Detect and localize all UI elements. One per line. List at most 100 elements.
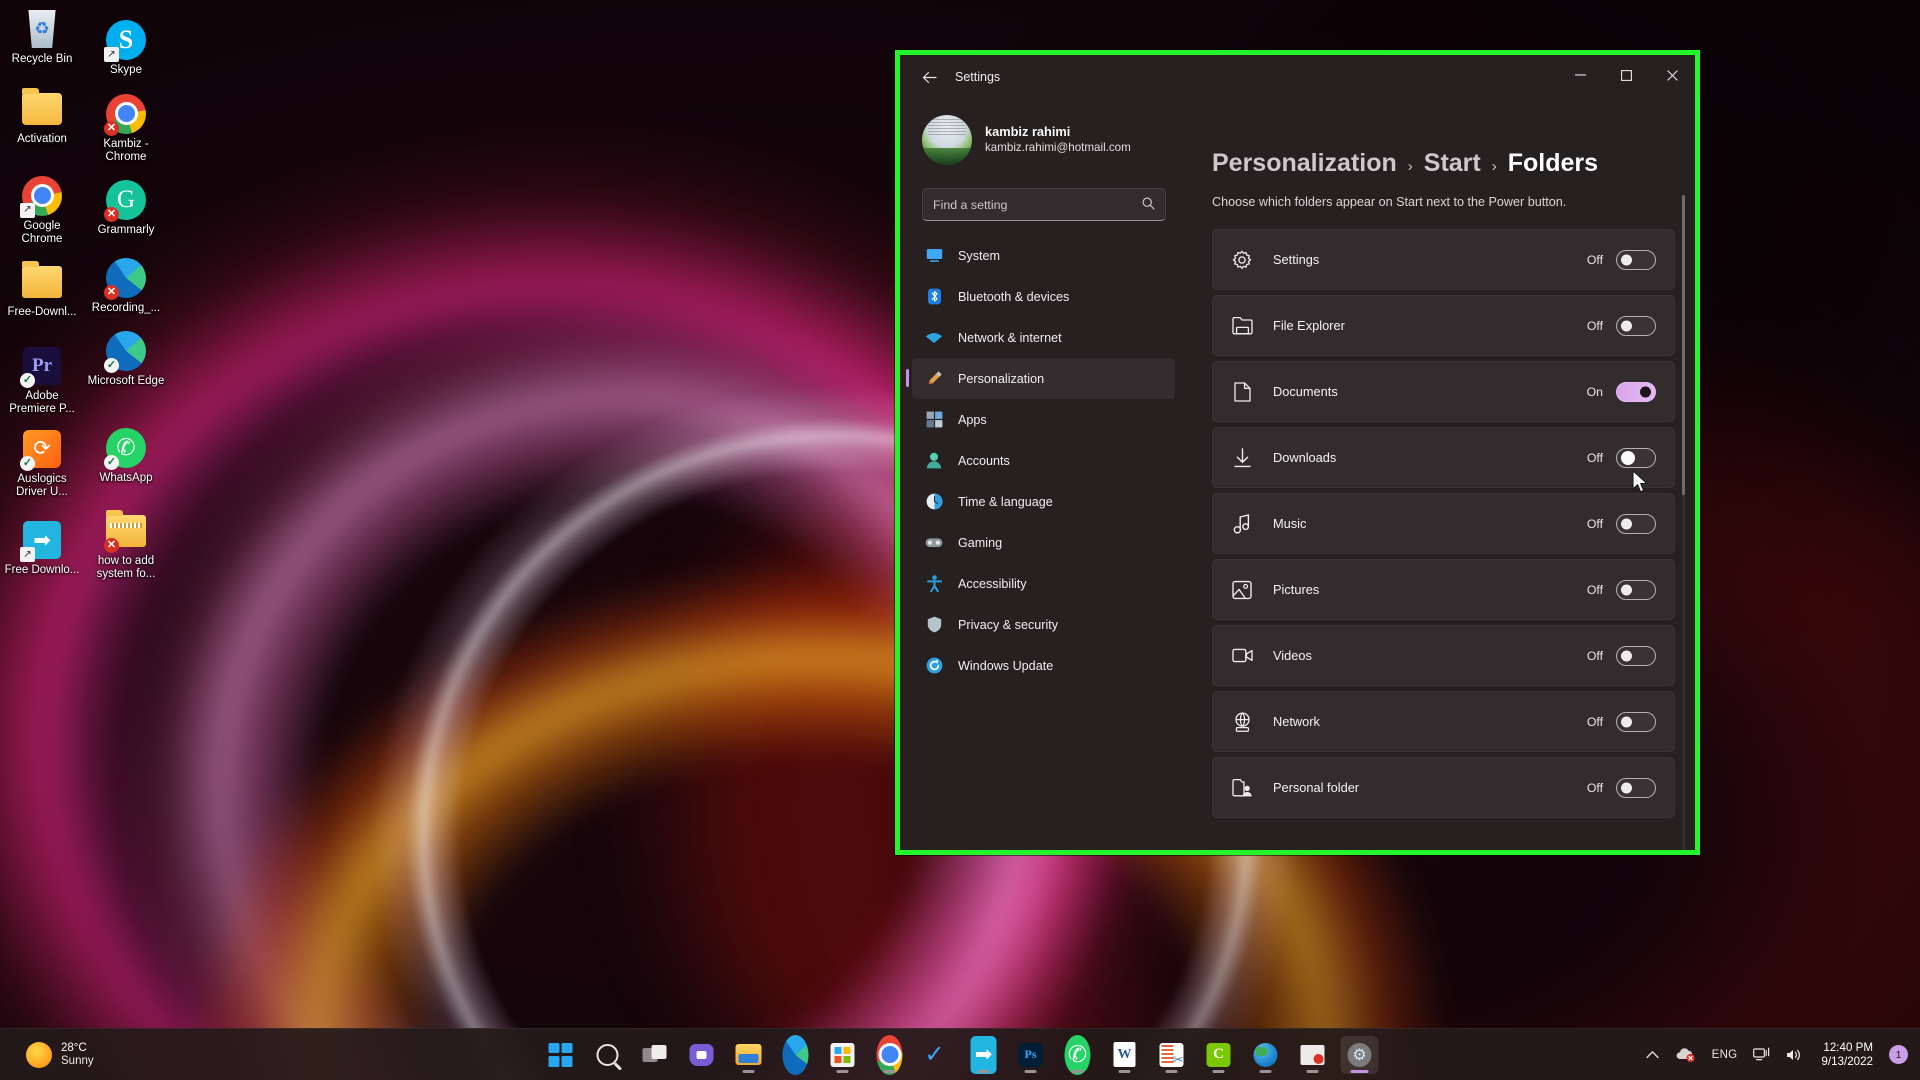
- desktop-icon[interactable]: ✕ Recording_...: [84, 253, 168, 318]
- sidebar-item-label: Windows Update: [958, 658, 1054, 673]
- content-scrollbar[interactable]: [1682, 195, 1685, 850]
- free-download-manager-button[interactable]: ➡: [965, 1035, 1003, 1074]
- sidebar-item-personalization[interactable]: Personalization: [906, 358, 1175, 399]
- folder-row[interactable]: Documents On: [1212, 361, 1675, 422]
- language-indicator[interactable]: ENG: [1706, 1044, 1744, 1066]
- network-icon[interactable]: [1747, 1042, 1776, 1067]
- account-card[interactable]: kambiz rahimi kambiz.rahimi@hotmail.com: [922, 111, 1187, 169]
- folder-toggle-switch[interactable]: [1616, 249, 1656, 270]
- volume-icon[interactable]: [1780, 1043, 1809, 1067]
- sidebar-item-apps[interactable]: Apps: [912, 399, 1175, 440]
- folder-row[interactable]: Music Off: [1212, 493, 1675, 554]
- todo-button[interactable]: ✓: [918, 1036, 956, 1074]
- folder-row[interactable]: Pictures Off: [1212, 559, 1675, 620]
- clock[interactable]: 12:40 PM 9/13/2022: [1813, 1037, 1881, 1073]
- sidebar-item-bluetooth-devices[interactable]: Bluetooth & devices: [912, 276, 1175, 317]
- screen-recorder-button[interactable]: [1294, 1036, 1332, 1074]
- sidebar-item-accessibility[interactable]: Accessibility: [912, 563, 1175, 604]
- file-explorer-icon: [1231, 315, 1253, 337]
- folder-toggle-switch[interactable]: [1616, 315, 1656, 336]
- sidebar-item-label: Bluetooth & devices: [958, 289, 1070, 304]
- folder-label: Documents: [1273, 384, 1338, 399]
- scrollbar-thumb[interactable]: [1682, 195, 1685, 495]
- folder-toggle-switch[interactable]: [1616, 645, 1656, 666]
- breadcrumb-item-start[interactable]: Start: [1424, 149, 1481, 178]
- breadcrumb-item-folders: Folders: [1507, 149, 1599, 177]
- sidebar-item-privacy-security[interactable]: Privacy & security: [912, 604, 1175, 645]
- desktop-icon[interactable]: ➡ ↗ Free Downlo...: [0, 515, 84, 580]
- search-box[interactable]: [922, 188, 1166, 221]
- snipping-tool-button[interactable]: [1153, 1036, 1191, 1074]
- sidebar-item-windows-update[interactable]: Windows Update: [912, 645, 1175, 686]
- task-view-button[interactable]: [636, 1036, 674, 1074]
- start-button[interactable]: [542, 1036, 580, 1074]
- camtasia-button[interactable]: C: [1200, 1036, 1238, 1074]
- word-button[interactable]: W: [1106, 1036, 1144, 1074]
- search-input[interactable]: [933, 197, 1136, 212]
- desktop-icon[interactable]: ✕ how to add system fo...: [84, 506, 168, 584]
- accessibility-icon: [924, 574, 944, 594]
- folder-row[interactable]: Downloads Off: [1212, 427, 1675, 488]
- desktop-icon[interactable]: G ✕ Grammarly: [84, 175, 168, 240]
- search-button[interactable]: [589, 1036, 627, 1074]
- desktop-icon[interactable]: ✆ ✓ WhatsApp: [84, 423, 168, 488]
- file-explorer-button[interactable]: [730, 1036, 768, 1074]
- folder-toggle-switch[interactable]: [1616, 513, 1656, 534]
- sidebar-item-time-language[interactable]: Time & language: [912, 481, 1175, 522]
- sidebar-item-accounts[interactable]: Accounts: [912, 440, 1175, 481]
- account-name: kambiz rahimi: [985, 124, 1071, 139]
- weather-widget[interactable]: 28°C Sunny: [18, 1039, 102, 1071]
- desktop-icon[interactable]: Pr ✓ Adobe Premiere P...: [0, 341, 84, 419]
- folder-toggle-switch[interactable]: [1616, 381, 1656, 402]
- teams-chat-button[interactable]: [683, 1036, 721, 1074]
- folder-row[interactable]: Settings Off: [1212, 229, 1675, 290]
- google-chrome-button[interactable]: [871, 1034, 909, 1075]
- folder-row[interactable]: Videos Off: [1212, 625, 1675, 686]
- word-icon: W: [1112, 1042, 1138, 1068]
- photoshop-button[interactable]: Ps: [1012, 1036, 1050, 1074]
- desktop-icon[interactable]: Free-Downl...: [0, 257, 84, 322]
- minimize-button[interactable]: [1557, 55, 1603, 95]
- sidebar-item-label: Apps: [958, 412, 987, 427]
- desktop-icon[interactable]: S ↗ Skype: [84, 15, 168, 80]
- whatsapp-icon: ✆ ✓: [104, 427, 147, 470]
- desktop-icon[interactable]: ↗ Google Chrome: [0, 171, 84, 249]
- folder-row[interactable]: Personal folder Off: [1212, 757, 1675, 818]
- whatsapp-button[interactable]: ✆: [1059, 1034, 1097, 1075]
- desktop-icon[interactable]: Activation: [0, 84, 84, 149]
- folder-row[interactable]: File Explorer Off: [1212, 295, 1675, 356]
- folder-label: Personal folder: [1273, 780, 1360, 795]
- breadcrumb-item-personalization[interactable]: Personalization: [1212, 149, 1397, 178]
- running-indicator: [1118, 1069, 1131, 1073]
- onedrive-error-icon[interactable]: [1669, 1042, 1702, 1067]
- desktop-icon[interactable]: ⟳ ✓ Auslogics Driver U...: [0, 424, 84, 502]
- breadcrumb-separator: ›: [1407, 158, 1413, 175]
- back-button[interactable]: [911, 61, 947, 93]
- folder-toggle-switch[interactable]: [1616, 711, 1656, 732]
- desktop-icon[interactable]: ✕ Kambiz - Chrome: [84, 89, 168, 167]
- toggle-state-label: Off: [1586, 318, 1603, 333]
- toggle-state-label: Off: [1586, 780, 1603, 795]
- toggle-knob: [1621, 320, 1632, 331]
- sidebar-item-system[interactable]: System: [912, 235, 1175, 276]
- folder-toggle-switch[interactable]: [1616, 579, 1656, 600]
- maximize-button[interactable]: [1603, 55, 1649, 95]
- folder-row[interactable]: Network Off: [1212, 691, 1675, 752]
- show-hidden-icons-button[interactable]: [1640, 1045, 1665, 1064]
- microsoft-store-button[interactable]: [824, 1036, 862, 1074]
- browser-globe-button[interactable]: [1247, 1036, 1285, 1074]
- notification-badge[interactable]: 1: [1889, 1045, 1908, 1064]
- desktop-icon[interactable]: Recycle Bin: [0, 4, 84, 69]
- folder-toggle-switch[interactable]: [1616, 447, 1656, 468]
- folder-label: Music: [1273, 516, 1307, 531]
- microsoft-edge-button[interactable]: [777, 1034, 815, 1075]
- toggle-knob: [1640, 386, 1651, 397]
- close-button[interactable]: [1649, 55, 1695, 95]
- sidebar-item-gaming[interactable]: Gaming: [912, 522, 1175, 563]
- running-indicator: [1165, 1069, 1178, 1073]
- folder-toggle-switch[interactable]: [1616, 777, 1656, 798]
- sidebar-item-network-internet[interactable]: Network & internet: [912, 317, 1175, 358]
- settings-button[interactable]: ⚙: [1340, 1035, 1379, 1074]
- desktop-icon[interactable]: ✓ Microsoft Edge: [84, 326, 168, 391]
- folder-label: Network: [1273, 714, 1320, 729]
